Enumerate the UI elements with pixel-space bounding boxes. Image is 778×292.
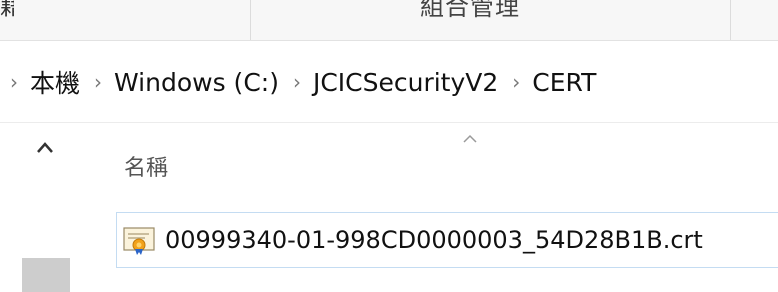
breadcrumb-this-pc[interactable]: 本機: [30, 64, 80, 100]
address-breadcrumb[interactable]: › 本機 › Windows (C:) › JCICSecurityV2 › C…: [0, 58, 778, 106]
ribbon-group-label-partial: 籍: [0, 0, 14, 20]
chevron-right-icon[interactable]: ›: [94, 70, 102, 94]
sort-ascending-icon[interactable]: [462, 134, 478, 144]
ribbon-group-label-organize: 組合管理: [420, 0, 520, 21]
breadcrumb-windows-c[interactable]: Windows (C:): [114, 68, 279, 97]
nav-pane-scroll-thumb[interactable]: [22, 258, 70, 292]
breadcrumb-cert[interactable]: CERT: [532, 68, 596, 97]
certificate-icon: [123, 227, 155, 255]
chevron-right-icon[interactable]: ›: [293, 70, 301, 94]
ribbon-separator: [730, 0, 731, 40]
breadcrumb-jcicsecurityv2[interactable]: JCICSecurityV2: [313, 68, 498, 97]
ribbon-separator: [250, 0, 251, 40]
chevron-right-icon[interactable]: ›: [512, 70, 520, 94]
scroll-up-arrow-icon[interactable]: [35, 138, 55, 158]
ribbon-bar: 籍 組合管理: [0, 0, 778, 41]
chevron-right-icon[interactable]: ›: [10, 70, 18, 94]
divider: [0, 122, 778, 123]
file-list-item[interactable]: 00999340-01-998CD0000003_54D28B1B.crt: [116, 212, 778, 268]
file-name-label[interactable]: 00999340-01-998CD0000003_54D28B1B.crt: [165, 226, 703, 254]
column-header-name[interactable]: 名稱: [124, 150, 168, 182]
